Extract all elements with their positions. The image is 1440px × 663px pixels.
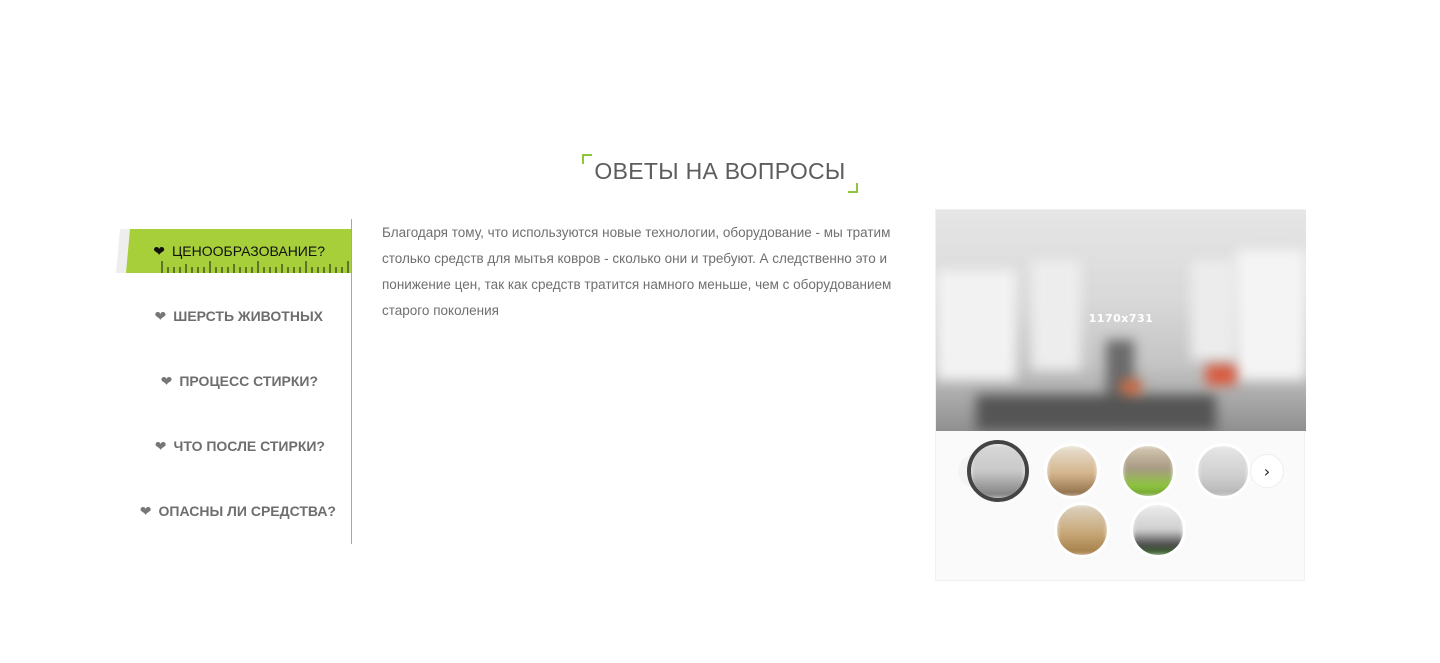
section-title: ОВЕТЫ НА ВОПРОСЫ <box>580 150 859 193</box>
tab-pricing[interactable]: ❤ ЦЕНООБРАЗОВАНИЕ? <box>116 229 351 273</box>
tab-label: ШЕРСТЬ ЖИВОТНЫХ <box>173 308 323 324</box>
gallery-thumbnail[interactable] <box>967 440 1029 502</box>
heart-icon: ❤ <box>139 503 152 519</box>
tab-after-washing[interactable]: ❤ ЧТО ПОСЛЕ СТИРКИ? <box>155 424 351 468</box>
tab-pricing-content: ❤ ЦЕНООБРАЗОВАНИЕ? <box>153 243 325 259</box>
heart-icon: ❤ <box>160 373 173 389</box>
tab-label: ЧТО ПОСЛЕ СТИРКИ? <box>173 438 325 454</box>
gallery-thumbnail[interactable] <box>1120 443 1176 499</box>
gallery-thumbnail[interactable] <box>1130 502 1186 558</box>
floor-dark <box>976 395 1216 431</box>
tab-label: ОПАСНЫ ЛИ СРЕДСТВА? <box>158 503 336 519</box>
window-light-3 <box>1191 260 1236 360</box>
main-image[interactable]: 1170x731 <box>936 210 1306 431</box>
heart-icon: ❤ <box>154 308 167 324</box>
tab-washing-process[interactable]: ❤ ПРОЦЕСС СТИРКИ? <box>161 359 351 403</box>
orange-object <box>1121 380 1141 394</box>
tab-detergent-safety[interactable]: ❤ ОПАСНЫ ЛИ СРЕДСТВА? <box>140 489 351 533</box>
title-corner-top-left <box>582 154 593 164</box>
gallery-thumbnail[interactable] <box>1044 443 1100 499</box>
heart-icon: ❤ <box>153 243 165 259</box>
window-light-left <box>936 270 1016 380</box>
gallery-thumbnail[interactable] <box>1054 502 1110 558</box>
tab-label: ЦЕНООБРАЗОВАНИЕ? <box>171 243 325 259</box>
red-cushion <box>1206 365 1236 385</box>
main-image-label: 1170x731 <box>1088 312 1154 325</box>
gallery-thumbnail[interactable] <box>1195 443 1251 499</box>
tab-pet-hair[interactable]: ❤ ШЕРСТЬ ЖИВОТНЫХ <box>155 294 351 338</box>
section-title-text: ОВЕТЫ НА ВОПРОСЫ <box>594 158 846 184</box>
title-corner-bottom-right <box>847 183 858 193</box>
tab-label: ПРОЦЕСС СТИРКИ? <box>179 373 318 389</box>
chevron-right-icon[interactable]: › <box>1250 454 1284 488</box>
image-gallery: 1170x731 › <box>935 209 1306 581</box>
faq-tabs: ❤ ЦЕНООБРАЗОВАНИЕ? ❤ ШЕРСТЬ ЖИВОТНЫХ ❤ П… <box>110 219 352 544</box>
section-title-wrap: ОВЕТЫ НА ВОПРОСЫ <box>0 150 1440 193</box>
answer-text: Благодаря тому, что используются новые т… <box>382 225 892 318</box>
heart-icon: ❤ <box>154 438 167 454</box>
